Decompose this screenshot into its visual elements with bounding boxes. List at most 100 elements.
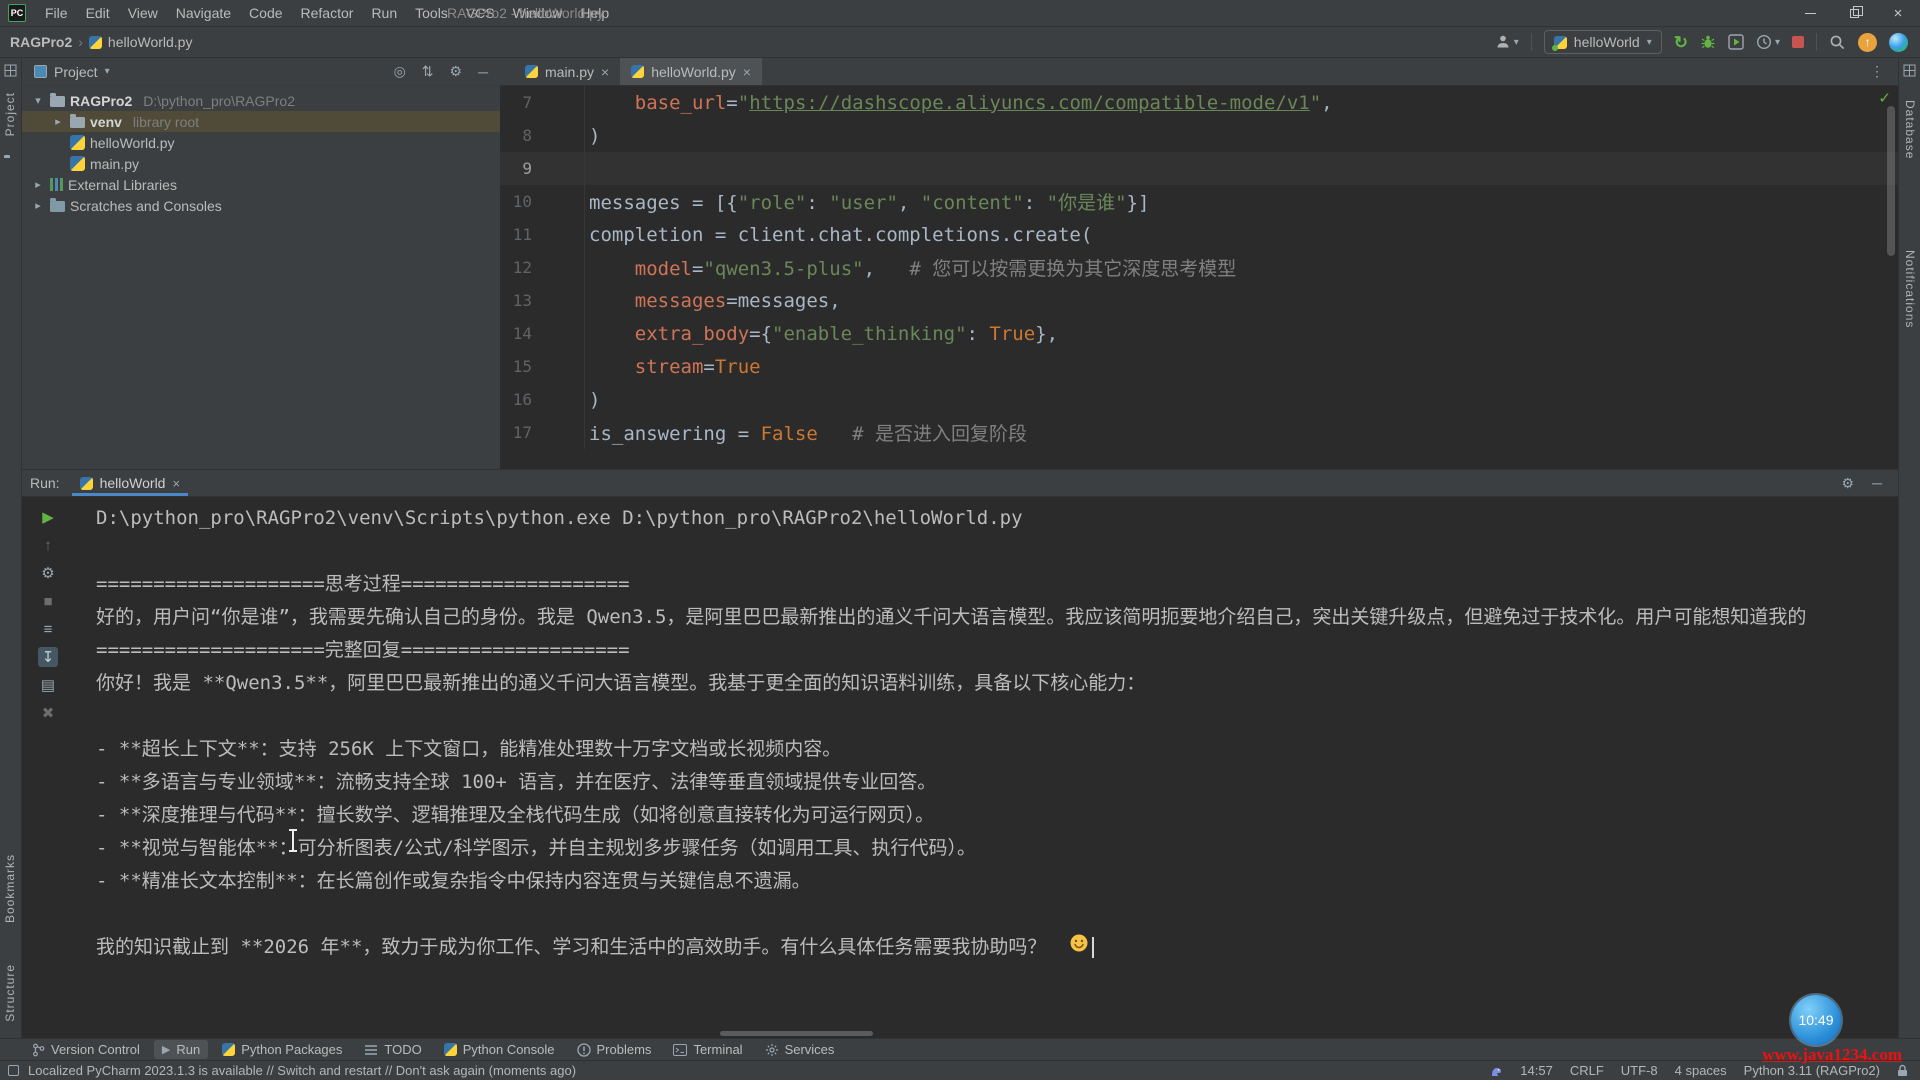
play-icon: ▶ xyxy=(162,1043,170,1056)
tree-chevron-icon[interactable]: ▸ xyxy=(31,178,45,191)
tree-item-external-libraries[interactable]: ▸External Libraries xyxy=(22,174,500,195)
python-icon xyxy=(80,477,93,490)
run-with-coverage-button[interactable] xyxy=(1728,34,1744,50)
tree-chevron-icon[interactable]: ▾ xyxy=(31,94,45,107)
search-everywhere-button[interactable] xyxy=(1829,34,1846,51)
more-icon[interactable]: ⋮ xyxy=(1870,58,1898,85)
menu-refactor[interactable]: Refactor xyxy=(292,5,363,21)
editor-scrollbar[interactable] xyxy=(1887,106,1895,256)
user-icon xyxy=(1495,34,1511,50)
profiler-button[interactable]: ▾ xyxy=(1756,34,1780,50)
tree-item-helloworld-py[interactable]: helloWorld.py xyxy=(22,132,500,153)
run-configuration-select[interactable]: helloWorld ▾ xyxy=(1544,30,1662,54)
close-icon[interactable]: × xyxy=(743,65,751,79)
pycharm-logo-icon: PC xyxy=(8,4,26,22)
tool-button-python-packages[interactable]: Python Packages xyxy=(214,1040,350,1059)
tree-item-ragpro2[interactable]: ▾RAGPro2D:\python_pro\RAGPro2 xyxy=(22,90,500,111)
tool-window-switcher-icon[interactable] xyxy=(4,64,17,77)
expand-collapse-icon[interactable]: ⇅ xyxy=(422,63,434,80)
tool-button-run[interactable]: ▶Run xyxy=(154,1040,208,1059)
tree-item-main-py[interactable]: main.py xyxy=(22,153,500,174)
tool-window-switcher-icon[interactable] xyxy=(1903,64,1916,77)
smiley-emoji-icon xyxy=(1069,933,1089,953)
tree-item-venv[interactable]: ▸venvlibrary root xyxy=(22,111,500,132)
pycharm-window: PC FileEditViewNavigateCodeRefactorRunTo… xyxy=(0,0,1920,1080)
stripe-button-notifications[interactable]: Notifications xyxy=(1903,250,1917,328)
event-log-icon[interactable] xyxy=(8,1065,19,1076)
line-number: 17 xyxy=(500,416,585,449)
tool-button-todo[interactable]: TODO xyxy=(356,1040,429,1059)
tool-button-python-console[interactable]: Python Console xyxy=(436,1040,563,1059)
code-line-7: 7 base_url="https://dashscope.aliyuncs.c… xyxy=(500,86,1898,119)
menu-run[interactable]: Run xyxy=(362,5,406,21)
menu-code[interactable]: Code xyxy=(240,5,291,21)
close-icon[interactable]: × xyxy=(601,65,609,79)
print-icon[interactable]: ▤ xyxy=(38,675,58,695)
tool-button-label: Terminal xyxy=(693,1042,742,1057)
chevron-down-icon: ▾ xyxy=(1514,37,1519,48)
gear-icon[interactable]: ⚙ xyxy=(450,63,463,80)
rerun-icon[interactable]: ▶ xyxy=(38,507,58,527)
stripe-button-structure[interactable]: Structure xyxy=(3,964,17,1022)
menu-file[interactable]: File xyxy=(36,5,77,21)
hide-panel-icon[interactable]: ─ xyxy=(478,64,488,80)
status-encoding[interactable]: UTF-8 xyxy=(1621,1063,1658,1078)
stop-button[interactable] xyxy=(1792,36,1804,48)
console-horizontal-scrollbar[interactable] xyxy=(720,1031,873,1036)
profile-button[interactable]: ▾ xyxy=(1495,34,1519,50)
menu-view[interactable]: View xyxy=(119,5,167,21)
tree-chevron-icon[interactable]: ▸ xyxy=(51,115,65,128)
menu-navigate[interactable]: Navigate xyxy=(167,5,240,21)
project-view-select[interactable]: Project ▾ xyxy=(34,64,110,80)
hide-panel-icon[interactable]: ─ xyxy=(1872,475,1882,491)
tool-button-terminal[interactable]: Terminal xyxy=(665,1040,750,1059)
lock-icon[interactable] xyxy=(1897,1064,1908,1077)
code-line-text: extra_body={"enable_thinking": True}, xyxy=(589,323,1058,345)
clear-icon[interactable]: ✖ xyxy=(38,703,58,723)
menu-edit[interactable]: Edit xyxy=(77,5,119,21)
stripe-button-database[interactable]: Database xyxy=(1903,100,1917,159)
code-area[interactable]: 7 base_url="https://dashscope.aliyuncs.c… xyxy=(500,86,1898,449)
update-available-icon[interactable]: ↑ xyxy=(1858,33,1877,52)
soft-wrap-icon[interactable]: ≡ xyxy=(38,619,58,639)
status-time[interactable]: 14:57 xyxy=(1520,1063,1553,1078)
run-tab-helloworld[interactable]: helloWorld × xyxy=(72,470,188,496)
editor-tab-helloworld-py[interactable]: helloWorld.py× xyxy=(620,58,762,85)
minimize-icon xyxy=(1805,13,1816,14)
status-message[interactable]: Localized PyCharm 2023.1.3 is available … xyxy=(28,1063,576,1078)
breadcrumb-item-ragpro2[interactable]: RAGPro2 xyxy=(10,34,72,50)
code-line-text: ) xyxy=(589,389,600,411)
inspections-ok-icon[interactable]: ✓ xyxy=(1878,89,1891,107)
status-indent[interactable]: 4 spaces xyxy=(1675,1063,1727,1078)
settings-icon[interactable]: ⚙ xyxy=(38,563,58,583)
close-button[interactable]: × xyxy=(1876,0,1920,26)
libraries-icon xyxy=(50,178,53,191)
tool-button-services[interactable]: Services xyxy=(757,1040,843,1059)
scroll-to-end-icon[interactable]: ↧ xyxy=(38,647,58,667)
stripe-button-bookmarks[interactable]: Bookmarks xyxy=(3,854,17,923)
plugin-sphere-icon[interactable] xyxy=(1889,33,1908,52)
navigate-up-icon[interactable]: ↑ xyxy=(38,535,58,555)
rerun-button[interactable]: ↻ xyxy=(1674,34,1688,51)
coverage-icon xyxy=(1728,34,1744,50)
minimize-button[interactable] xyxy=(1788,0,1832,26)
profiler-clock-icon xyxy=(1756,34,1772,50)
breadcrumb-item-helloworld-py[interactable]: helloWorld.py xyxy=(108,34,193,50)
close-icon[interactable]: × xyxy=(172,476,180,491)
tool-button-problems[interactable]: Problems xyxy=(569,1040,660,1059)
tree-item-scratches-and-consoles[interactable]: ▸Scratches and Consoles xyxy=(22,195,500,216)
gear-icon[interactable]: ⚙ xyxy=(1842,475,1855,492)
stripe-button-project[interactable]: Project xyxy=(3,92,17,136)
tree-chevron-icon[interactable]: ▸ xyxy=(31,199,45,212)
status-line-ending[interactable]: CRLF xyxy=(1570,1063,1604,1078)
console-output[interactable]: D:\python_pro\RAGPro2\venv\Scripts\pytho… xyxy=(74,497,1898,1038)
status-interpreter[interactable]: Python 3.11 (RAGPro2) xyxy=(1744,1063,1880,1078)
debug-button[interactable] xyxy=(1700,34,1716,50)
select-opened-file-icon[interactable]: ◎ xyxy=(394,63,406,80)
python-icon xyxy=(222,1043,235,1056)
tool-button-version-control[interactable]: Version Control xyxy=(24,1040,148,1059)
editor-tab-main-py[interactable]: main.py× xyxy=(514,58,620,85)
restore-button[interactable] xyxy=(1832,0,1876,26)
status-plugin-icon[interactable] xyxy=(1489,1064,1503,1078)
stop-icon[interactable]: ■ xyxy=(38,591,58,611)
